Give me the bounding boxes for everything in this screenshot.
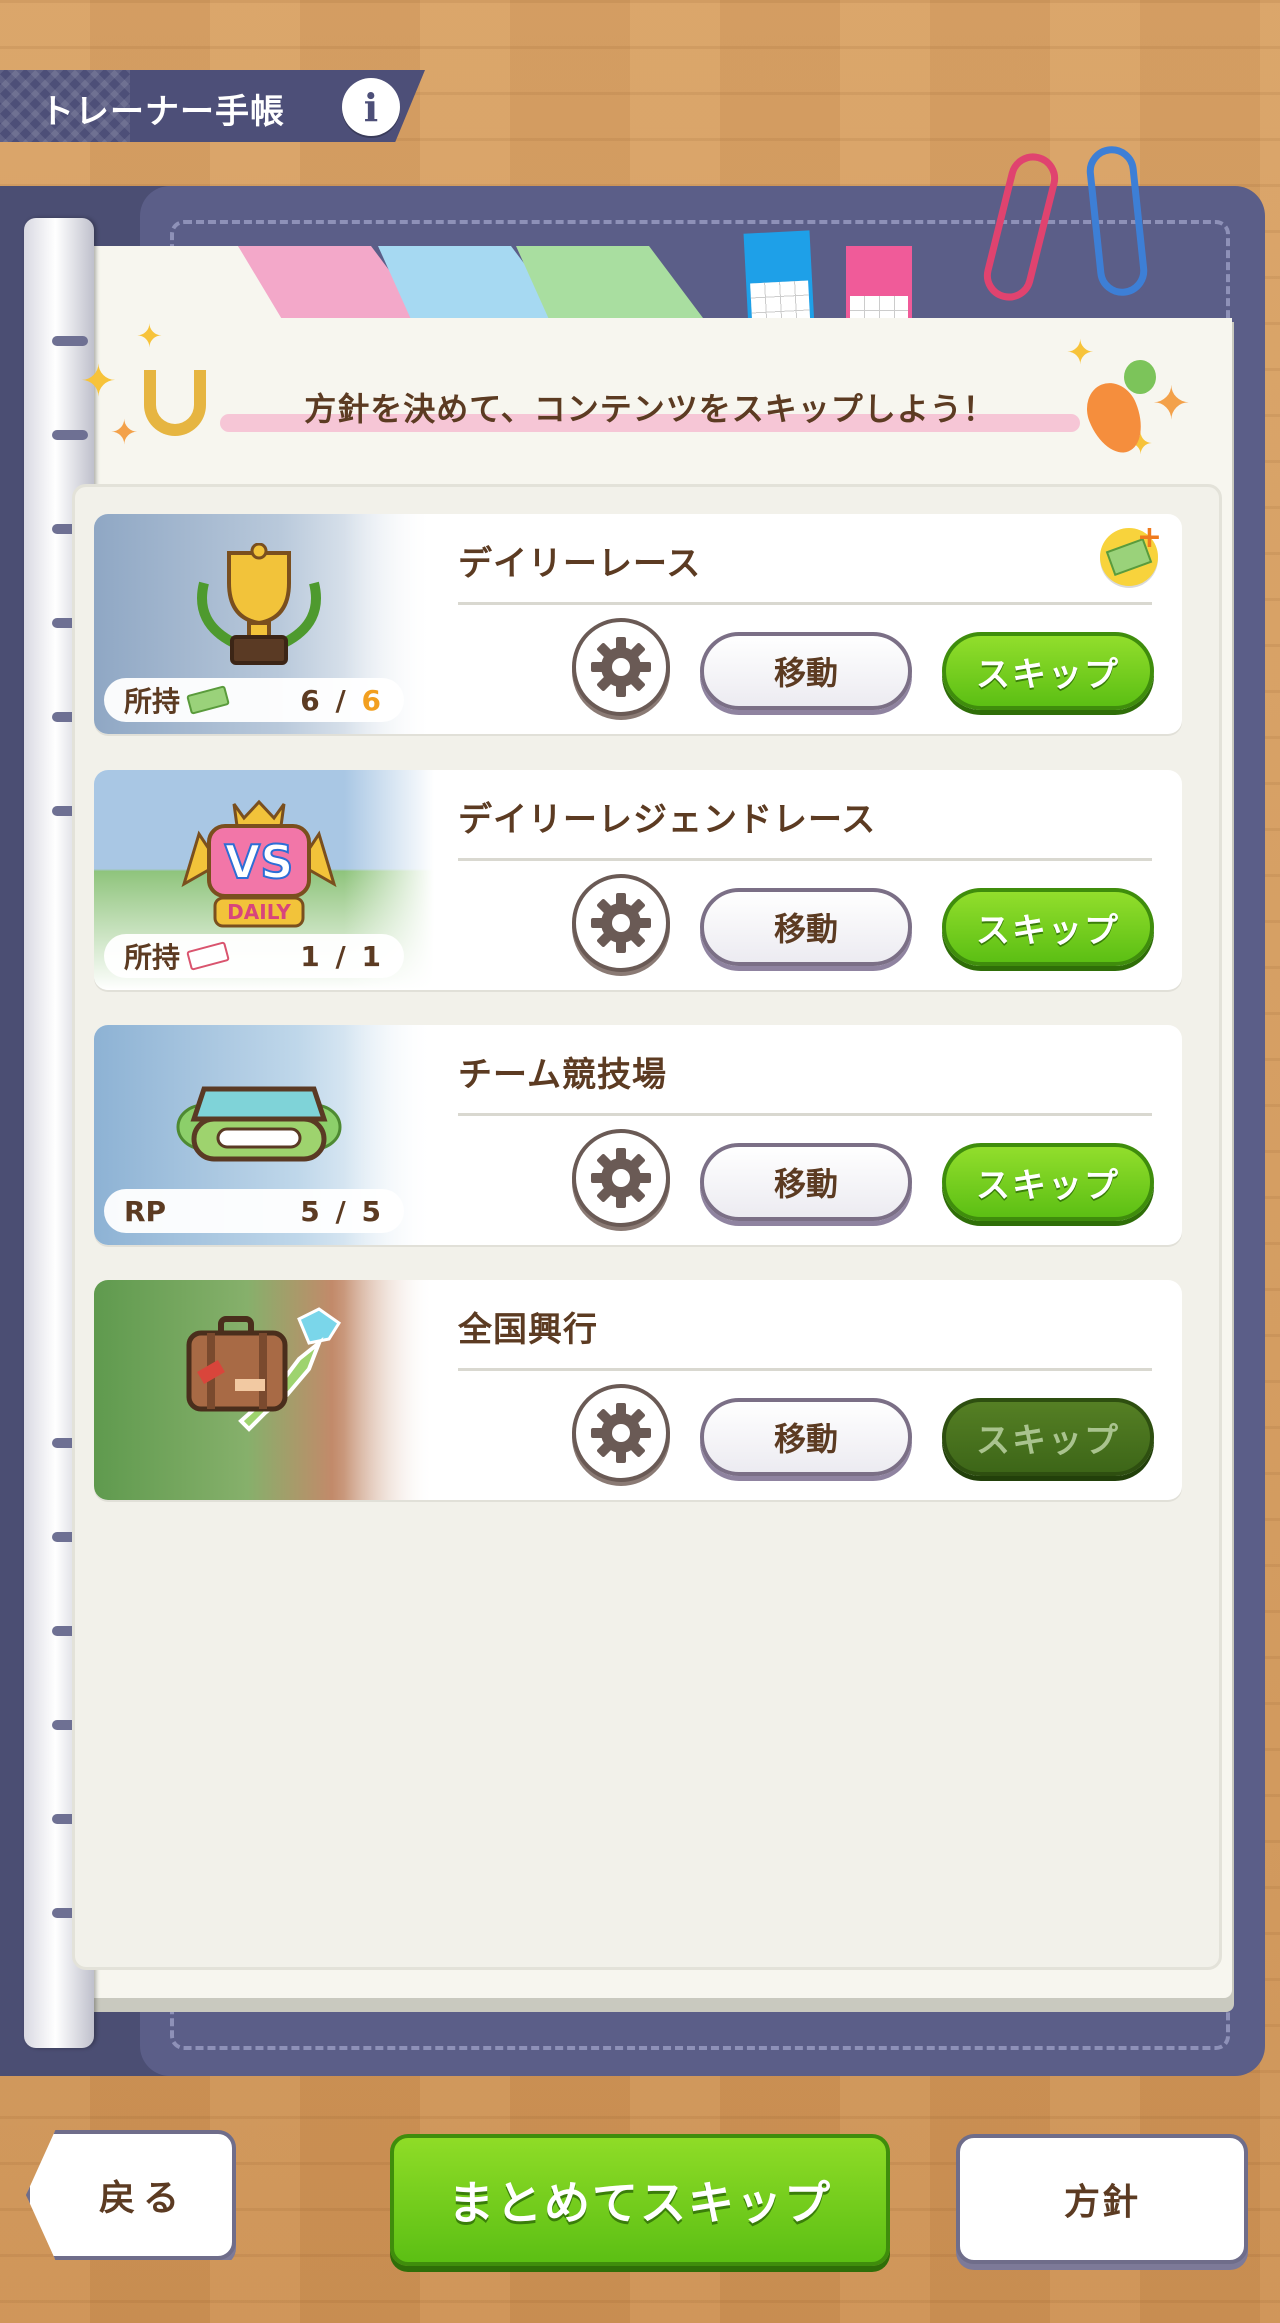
policy-button[interactable]: 方針 — [956, 2134, 1248, 2264]
stadium-icon — [164, 1049, 354, 1189]
item-counter: RP 5 / 5 — [104, 1189, 404, 1233]
sparkle-icon: ✦ — [110, 413, 139, 453]
list-item-daily-legend-race: VS DAILY 所持 1 / 1 デイリーレジェンドレース 移動 スキップ — [94, 770, 1182, 990]
item-title: チーム競技場 — [458, 1055, 667, 1095]
counter-separator: / — [322, 683, 362, 717]
counter-label: 所持 — [124, 941, 181, 974]
thumbnail-fade — [344, 1280, 434, 1500]
skip-button[interactable]: スキップ — [942, 888, 1154, 966]
counter-max: 1 — [361, 939, 384, 973]
legend-ticket-icon — [186, 941, 230, 971]
slogan-banner: 方針を決めて、コンテンツをスキップしよう！ — [220, 380, 1080, 440]
counter-separator: / — [322, 939, 362, 973]
vs-daily-icon: VS DAILY — [164, 794, 354, 934]
list-item-daily-race: 所持 6 / 6 デイリーレース + 移動 スキップ — [94, 514, 1182, 734]
settings-button[interactable] — [572, 874, 670, 972]
settings-button[interactable] — [572, 618, 670, 716]
counter-label: RP — [124, 1194, 167, 1228]
plus-icon: + — [1136, 520, 1162, 555]
slogan-text: 方針を決めて、コンテンツをスキップしよう！ — [304, 390, 996, 428]
item-thumbnail — [94, 1280, 434, 1500]
item-thumbnail: RP 5 / 5 — [94, 1025, 434, 1245]
skip-button-disabled[interactable]: スキップ — [942, 1398, 1154, 1476]
sparkle-icon: ✦ — [1152, 376, 1191, 430]
sparkle-icon: ✦ — [136, 317, 163, 355]
skip-all-button[interactable]: まとめてスキップ — [390, 2134, 890, 2266]
item-title: デイリーレース — [458, 544, 702, 584]
horseshoe-icon — [144, 370, 206, 436]
move-button[interactable]: 移動 — [700, 888, 912, 966]
item-title: デイリーレジェンドレース — [458, 800, 877, 840]
page-title: トレーナー手帳 — [40, 92, 285, 132]
item-divider — [458, 1368, 1152, 1371]
settings-button[interactable] — [572, 1129, 670, 1227]
item-counter: 所持 6 / 6 — [104, 678, 404, 722]
counter-max: 6 — [361, 683, 384, 717]
gear-icon — [591, 1148, 651, 1208]
counter-separator: / — [322, 1194, 362, 1228]
settings-button[interactable] — [572, 1384, 670, 1482]
daily-ticket-icon — [186, 685, 230, 715]
info-icon: i — [363, 84, 379, 130]
move-button[interactable]: 移動 — [700, 1398, 912, 1476]
sparkle-icon: ✦ — [80, 356, 117, 407]
counter-value: 6 / 6 — [300, 684, 384, 717]
counter-max: 5 — [361, 1194, 384, 1228]
list-item-national-tour: 全国興行 移動 スキップ — [94, 1280, 1182, 1500]
suitcase-map-icon — [164, 1304, 354, 1444]
skip-button[interactable]: スキップ — [942, 632, 1154, 710]
move-button[interactable]: 移動 — [700, 1143, 912, 1221]
counter-value: 1 / 1 — [300, 940, 384, 973]
carrot-leaf-icon — [1124, 360, 1156, 394]
binder-ring — [52, 430, 88, 440]
sparkle-icon: ✦ — [1066, 333, 1095, 373]
list-item-team-stadium: RP 5 / 5 チーム競技場 移動 スキップ — [94, 1025, 1182, 1245]
counter-value: 5 / 5 — [300, 1195, 384, 1228]
sticky-note-blue — [743, 230, 815, 330]
counter-current: 5 — [300, 1194, 323, 1228]
trophy-icon — [164, 538, 354, 678]
info-button[interactable]: i — [342, 78, 400, 136]
move-button[interactable]: 移動 — [700, 632, 912, 710]
counter-current: 6 — [300, 683, 323, 717]
counter-current: 1 — [300, 939, 323, 973]
binder-ring — [52, 336, 88, 346]
gear-icon — [591, 637, 651, 697]
item-thumbnail: 所持 6 / 6 — [94, 514, 434, 734]
gear-icon — [591, 893, 651, 953]
counter-label: 所持 — [124, 685, 181, 718]
item-thumbnail: VS DAILY 所持 1 / 1 — [94, 770, 434, 990]
gear-icon — [591, 1403, 651, 1463]
buy-ticket-button[interactable]: + — [1100, 520, 1162, 586]
item-counter: 所持 1 / 1 — [104, 934, 404, 978]
item-divider — [458, 1113, 1152, 1116]
svg-text:VS: VS — [225, 835, 294, 889]
back-button[interactable]: 戻る — [26, 2130, 236, 2260]
item-title: 全国興行 — [458, 1310, 598, 1350]
svg-text:DAILY: DAILY — [227, 900, 291, 924]
item-divider — [458, 858, 1152, 861]
item-divider — [458, 602, 1152, 605]
skip-button[interactable]: スキップ — [942, 1143, 1154, 1221]
